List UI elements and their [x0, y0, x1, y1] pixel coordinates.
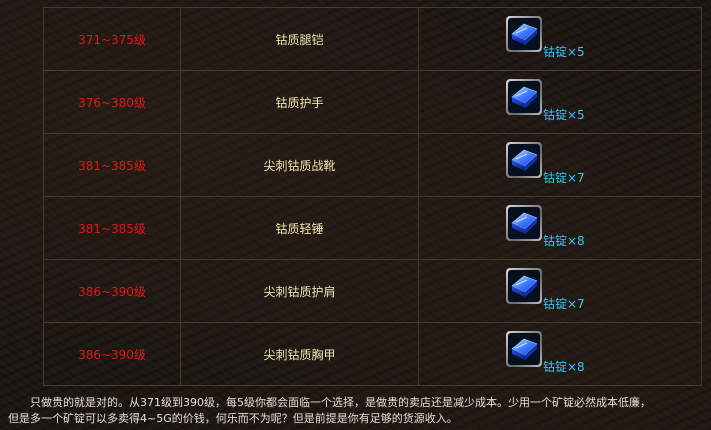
note-line-1: 只做贵的就是对的。从371级到390级，每5级你都会面临一个选择，是做贵的卖店还… [30, 396, 651, 409]
reward-label: 钴锭×7 [543, 297, 585, 311]
reward-cell: 钴锭×8 [419, 197, 701, 259]
item-name: 钴质腿铠 [181, 8, 419, 70]
reward-label: 钴锭×5 [543, 108, 585, 122]
table-row: 386~390级 尖刺钴质胸甲 钴锭×8 [44, 323, 701, 385]
cobalt-ingot-icon[interactable] [506, 268, 542, 304]
level-range: 386~390级 [44, 260, 181, 322]
level-range: 386~390级 [44, 323, 181, 385]
item-name: 尖刺钴质胸甲 [181, 323, 419, 385]
reward-label: 钴锭×5 [543, 45, 585, 59]
cobalt-ingot-icon[interactable] [506, 79, 542, 115]
table-row: 371~375级 钴质腿铠 钴锭×5 [44, 8, 701, 71]
reward-cell: 钴锭×7 [419, 260, 701, 322]
reward-cell: 钴锭×5 [419, 71, 701, 133]
item-name: 尖刺钴质护肩 [181, 260, 419, 322]
recipe-table: 371~375级 钴质腿铠 钴锭×5 376~380级 钴质护手 钴锭×5 38… [43, 7, 702, 386]
reward-cell: 钴锭×8 [419, 323, 701, 385]
table-row: 381~385级 尖刺钴质战靴 钴锭×7 [44, 134, 701, 197]
level-range: 381~385级 [44, 134, 181, 196]
reward-label: 钴锭×8 [543, 234, 585, 248]
item-name: 钴质轻锤 [181, 197, 419, 259]
note-line-2: 但是多一个矿锭可以多卖得4~5G的价钱，何乐而不为呢？但是前提是你有足够的货源收… [8, 412, 458, 425]
reward-cell: 钴锭×5 [419, 8, 701, 70]
level-range: 376~380级 [44, 71, 181, 133]
item-name: 钴质护手 [181, 71, 419, 133]
cobalt-ingot-icon[interactable] [506, 16, 542, 52]
guide-note: 只做贵的就是对的。从371级到390级，每5级你都会面临一个选择，是做贵的卖店还… [8, 395, 708, 427]
level-range: 381~385级 [44, 197, 181, 259]
table-row: 381~385级 钴质轻锤 钴锭×8 [44, 197, 701, 260]
reward-label: 钴锭×7 [543, 171, 585, 185]
cobalt-ingot-icon[interactable] [506, 142, 542, 178]
reward-cell: 钴锭×7 [419, 134, 701, 196]
table-row: 376~380级 钴质护手 钴锭×5 [44, 71, 701, 134]
table-row: 386~390级 尖刺钴质护肩 钴锭×7 [44, 260, 701, 323]
cobalt-ingot-icon[interactable] [506, 331, 542, 367]
reward-label: 钴锭×8 [543, 360, 585, 374]
item-name: 尖刺钴质战靴 [181, 134, 419, 196]
cobalt-ingot-icon[interactable] [506, 205, 542, 241]
level-range: 371~375级 [44, 8, 181, 70]
